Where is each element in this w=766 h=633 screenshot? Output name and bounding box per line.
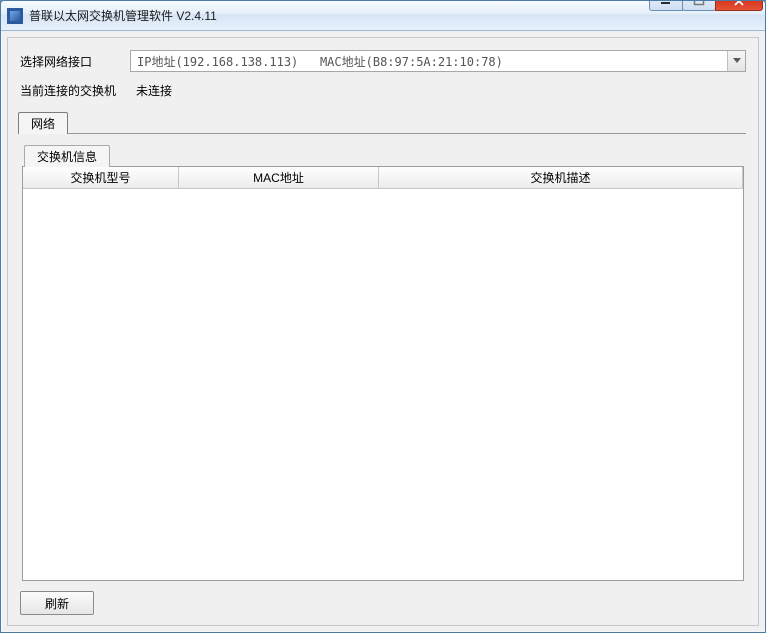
app-icon — [7, 8, 23, 24]
footer: 刷新 — [20, 591, 746, 615]
app-window: 普联以太网交换机管理软件 V2.4.11 选择网络接口 IP地址(192.168… — [0, 0, 766, 633]
switch-info-panel: 交换机型号 MAC地址 交换机描述 — [22, 166, 744, 581]
current-switch-label: 当前连接的交换机 — [20, 82, 130, 99]
col-header-desc[interactable]: 交换机描述 — [379, 167, 743, 188]
tab-switch-info[interactable]: 交换机信息 — [24, 145, 110, 167]
client-area: 选择网络接口 IP地址(192.168.138.113) MAC地址(B8:97… — [7, 37, 759, 626]
combobox-arrow[interactable] — [727, 51, 745, 71]
interface-combobox[interactable]: IP地址(192.168.138.113) MAC地址(B8:97:5A:21:… — [130, 50, 746, 72]
chevron-down-icon — [733, 58, 741, 64]
col-header-mac[interactable]: MAC地址 — [179, 167, 379, 188]
interface-label: 选择网络接口 — [20, 53, 130, 70]
panel-container: 交换机信息 交换机型号 MAC地址 交换机描述 — [20, 144, 746, 581]
main-tabbar: 网络 — [18, 111, 746, 133]
window-title: 普联以太网交换机管理软件 V2.4.11 — [29, 7, 650, 24]
minimize-icon — [660, 0, 672, 6]
tab-network[interactable]: 网络 — [18, 112, 68, 134]
window-controls — [650, 0, 765, 11]
maximize-button[interactable] — [682, 0, 716, 11]
row-current-switch: 当前连接的交换机 未连接 — [20, 82, 746, 99]
current-switch-value: 未连接 — [130, 82, 172, 99]
col-header-model[interactable]: 交换机型号 — [23, 167, 179, 188]
row-interface: 选择网络接口 IP地址(192.168.138.113) MAC地址(B8:97… — [20, 50, 746, 72]
minimize-button[interactable] — [649, 0, 683, 11]
inner-tabbar: 交换机信息 — [24, 144, 746, 166]
table-body[interactable] — [23, 189, 743, 580]
close-button[interactable] — [715, 0, 763, 11]
table-header: 交换机型号 MAC地址 交换机描述 — [23, 167, 743, 189]
maximize-icon — [693, 0, 705, 6]
refresh-button[interactable]: 刷新 — [20, 591, 94, 615]
close-icon — [733, 0, 745, 6]
titlebar[interactable]: 普联以太网交换机管理软件 V2.4.11 — [1, 1, 765, 31]
interface-value: IP地址(192.168.138.113) MAC地址(B8:97:5A:21:… — [131, 53, 727, 70]
tab-underline — [20, 133, 746, 134]
